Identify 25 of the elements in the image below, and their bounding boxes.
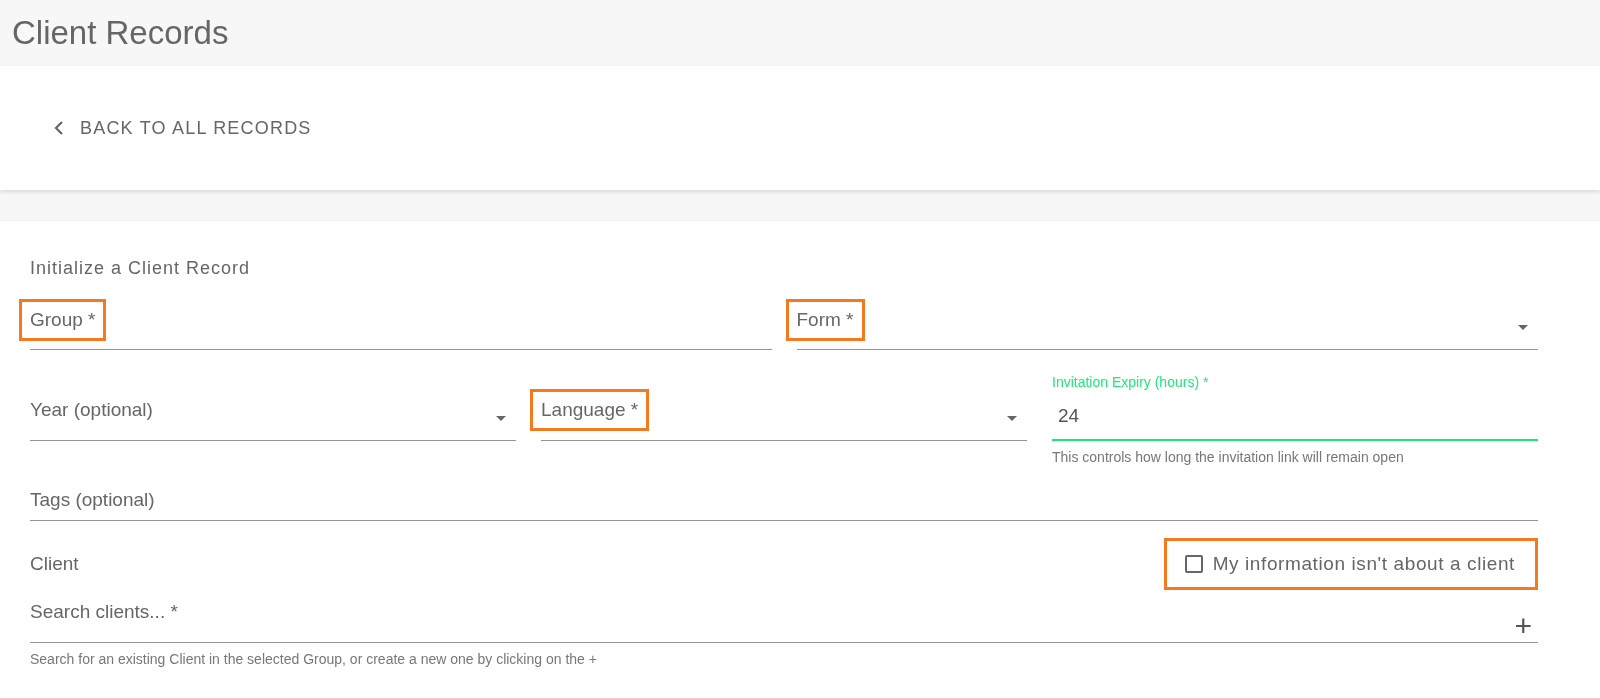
page-title: Client Records (12, 14, 229, 52)
field-label: Language * (530, 389, 650, 431)
search-field[interactable]: Search clients... * + (19, 590, 1538, 643)
field-label: Group * (19, 299, 107, 341)
select-field[interactable]: Language * (530, 350, 1027, 441)
input-field[interactable]: Group * (19, 280, 772, 350)
helper-text: Search for an existing Client in the selected Group, or create a new one by clicking on the + (30, 651, 598, 667)
field-label: Invitation Expiry (hours) * (1052, 374, 1209, 390)
helper-text: This controls how long the invitation link will remain open (1052, 449, 1405, 465)
add-button[interactable]: + (1514, 611, 1532, 641)
checkbox-option[interactable]: My information isn't about a client (1163, 538, 1538, 590)
field-label: Year (optional) (29, 398, 154, 422)
input-field[interactable]: Invitation Expiry (hours) * 24 (1041, 350, 1538, 441)
field-placeholder: Search clients... * (30, 600, 178, 624)
input-field[interactable]: Tags (optional) (19, 465, 1538, 521)
select-field[interactable]: Year (optional) (19, 350, 516, 441)
field-label: Form * (785, 299, 865, 341)
form-title: Initialize a Client Record (30, 257, 252, 280)
field-value: 24 (1057, 404, 1080, 428)
chevron-left-icon (54, 121, 64, 135)
back-link[interactable]: BACK TO ALL RECORDS (54, 117, 312, 139)
select-field[interactable]: Form * (785, 280, 1538, 350)
field-label: Tags (optional) (29, 488, 156, 512)
section-label: Client (30, 552, 79, 576)
checkbox[interactable] (1184, 555, 1203, 573)
